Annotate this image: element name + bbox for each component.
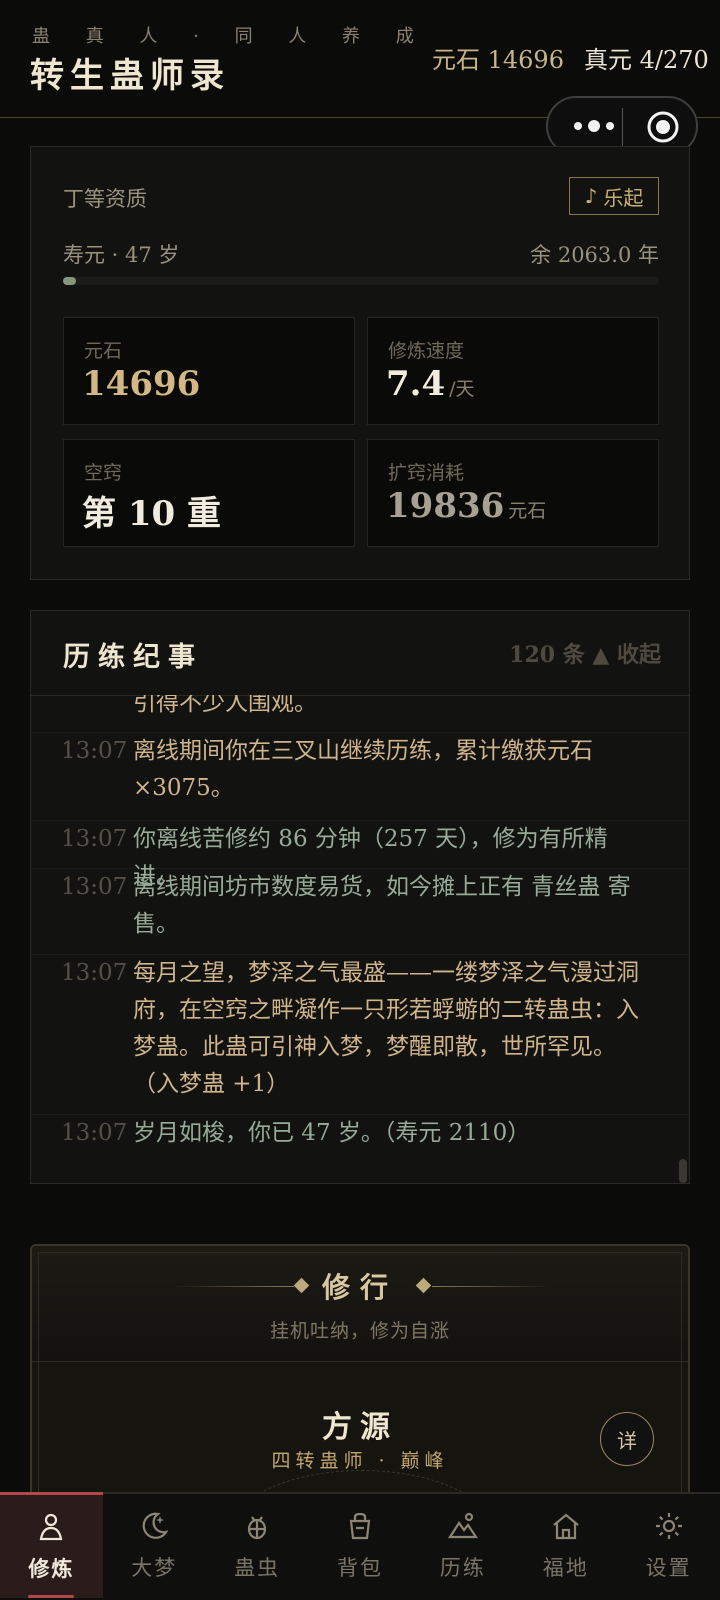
tab-label: 设置	[645, 1556, 692, 1580]
character-name: 方源	[322, 1410, 398, 1445]
stat-expand-value: 19836	[386, 486, 505, 526]
character-rank: 四转蛊师 · 巅峰	[271, 1450, 449, 1472]
event-log-panel: 历练纪事 120 条 ▲ 收起 引得不少人围观。 13:07 离线期间你在三叉山…	[30, 610, 690, 1184]
entry-time: 13:07	[61, 826, 128, 852]
tab-label: 蛊虫	[234, 1556, 281, 1580]
music-toggle-button[interactable]: ♪ 乐起	[569, 177, 659, 215]
entry-time: 13:07	[61, 738, 128, 764]
cultivation-panel: 修行 挂机吐纳，修为自涨 方源 四转蛊师 · 巅峰 详	[30, 1244, 690, 1504]
tab-label: 修炼	[28, 1556, 75, 1581]
stat-speed-unit: /天	[449, 378, 475, 400]
stat-yuanshi: 元石 14696	[63, 317, 355, 425]
stat-yuanshi-value: 14696	[82, 364, 201, 404]
stat-speed: 修炼速度 7.4/天	[367, 317, 659, 425]
lifespan-remaining: 余 2063.0 年	[530, 243, 659, 267]
event-log-scrollbar[interactable]	[679, 1159, 687, 1183]
music-note-icon: ♪	[584, 184, 598, 208]
lifespan-progress-fill	[63, 277, 77, 285]
lifespan-age: 寿元 · 47 岁	[63, 243, 180, 267]
entry-time: 13:07	[61, 960, 128, 986]
list-item: 13:07 你离线苦修约 86 分钟（257 天），修为有所精进。	[31, 821, 689, 889]
tab-settings[interactable]: 设置	[617, 1494, 720, 1600]
detail-button[interactable]: 详	[600, 1412, 654, 1466]
app-title: 转生蛊师录	[30, 56, 230, 96]
entry-text: 每月之望，梦泽之气最盛——一缕梦泽之气漫过洞府，在空窍之畔凝作一只形若蜉蝣的二转…	[133, 960, 639, 1097]
person-icon	[40, 1513, 63, 1541]
header-yuanshi: 元石 14696	[432, 46, 564, 74]
list-item: 13:07 岁月如梭，你已 47 岁。（寿元 2110）	[31, 1115, 689, 1165]
stat-speed-value: 7.4	[386, 364, 446, 404]
event-log-list[interactable]: 引得不少人围观。 13:07 离线期间你在三叉山继续历练，累计缴获元石×3075…	[31, 695, 689, 1183]
tab-blessed-land[interactable]: 福地	[514, 1494, 617, 1600]
music-toggle-label: 乐起	[603, 185, 644, 210]
list-item: 13:07 离线期间坊市数度易货，如今摊上正有 青丝蛊 寄售。	[31, 869, 689, 955]
entry-text: 离线期间坊市数度易货，如今摊上正有 青丝蛊 寄售。	[133, 874, 631, 937]
stat-expand-unit: 元石	[508, 500, 547, 522]
moon-icon	[142, 1512, 169, 1539]
bag-icon	[349, 1512, 371, 1540]
tab-cultivate[interactable]: 修炼	[0, 1492, 103, 1598]
tab-backpack[interactable]: 背包	[309, 1494, 412, 1600]
event-log-collapse-button[interactable]: 120 条 ▲ 收起	[509, 637, 661, 669]
bottom-tab-bar: 修炼 大梦 蛊虫 背包 历练 福地 设置	[0, 1492, 720, 1600]
home-icon	[553, 1513, 579, 1540]
app-subtitle: 蛊 真 人 · 同 人 养 成	[32, 26, 429, 47]
tab-label: 大梦	[131, 1556, 178, 1580]
mountain-icon	[447, 1512, 478, 1539]
aptitude-grade: 丁等资质	[63, 187, 147, 211]
entry-text: 引得不少人围观。	[133, 695, 317, 716]
tab-dream[interactable]: 大梦	[103, 1494, 206, 1600]
capsule-divider	[622, 108, 623, 146]
list-item: 引得不少人围观。	[31, 695, 689, 733]
stat-aperture-value: 第 10 重	[82, 494, 221, 534]
entry-text: 离线期间你在三叉山继续历练，累计缴获元石×3075。	[133, 738, 593, 801]
tab-label: 历练	[439, 1556, 486, 1580]
stat-aperture: 空窍 第 10 重	[63, 439, 355, 547]
stat-aperture-label: 空窍	[84, 462, 123, 484]
tab-label: 福地	[542, 1556, 589, 1580]
entry-time: 13:07	[61, 1120, 128, 1146]
gear-icon	[655, 1513, 682, 1539]
entry-text: 岁月如梭，你已 47 岁。（寿元 2110）	[133, 1120, 531, 1146]
list-item: 13:07 离线期间你在三叉山继续历练，累计缴获元石×3075。	[31, 733, 689, 821]
bug-icon	[248, 1516, 267, 1540]
close-miniprogram-icon[interactable]	[646, 110, 680, 144]
header-zhenyuan: 真元 4/270	[584, 46, 709, 74]
list-item: 13:07 每月之望，梦泽之气最盛——一缕梦泽之气漫过洞府，在空窍之畔凝作一只形…	[31, 955, 689, 1115]
entry-time: 13:07	[61, 874, 128, 900]
stat-expand-cost[interactable]: 扩窍消耗 19836 元石	[367, 439, 659, 547]
tab-label: 背包	[337, 1556, 383, 1580]
stat-expand-value-wrap: 19836 元石	[386, 486, 546, 526]
stat-expand-label: 扩窍消耗	[388, 462, 465, 484]
stat-speed-value-wrap: 7.4/天	[386, 364, 475, 404]
more-icon[interactable]	[570, 112, 622, 140]
tab-gu-worms[interactable]: 蛊虫	[206, 1494, 309, 1600]
status-panel: 丁等资质 ♪ 乐起 寿元 · 47 岁 余 2063.0 年 元石 14696 …	[30, 146, 690, 580]
stat-speed-label: 修炼速度	[388, 340, 465, 362]
stat-yuanshi-label: 元石	[84, 340, 123, 362]
tab-adventure[interactable]: 历练	[411, 1494, 514, 1600]
event-log-title: 历练纪事	[63, 642, 203, 673]
lifespan-progress-bar	[63, 277, 659, 285]
